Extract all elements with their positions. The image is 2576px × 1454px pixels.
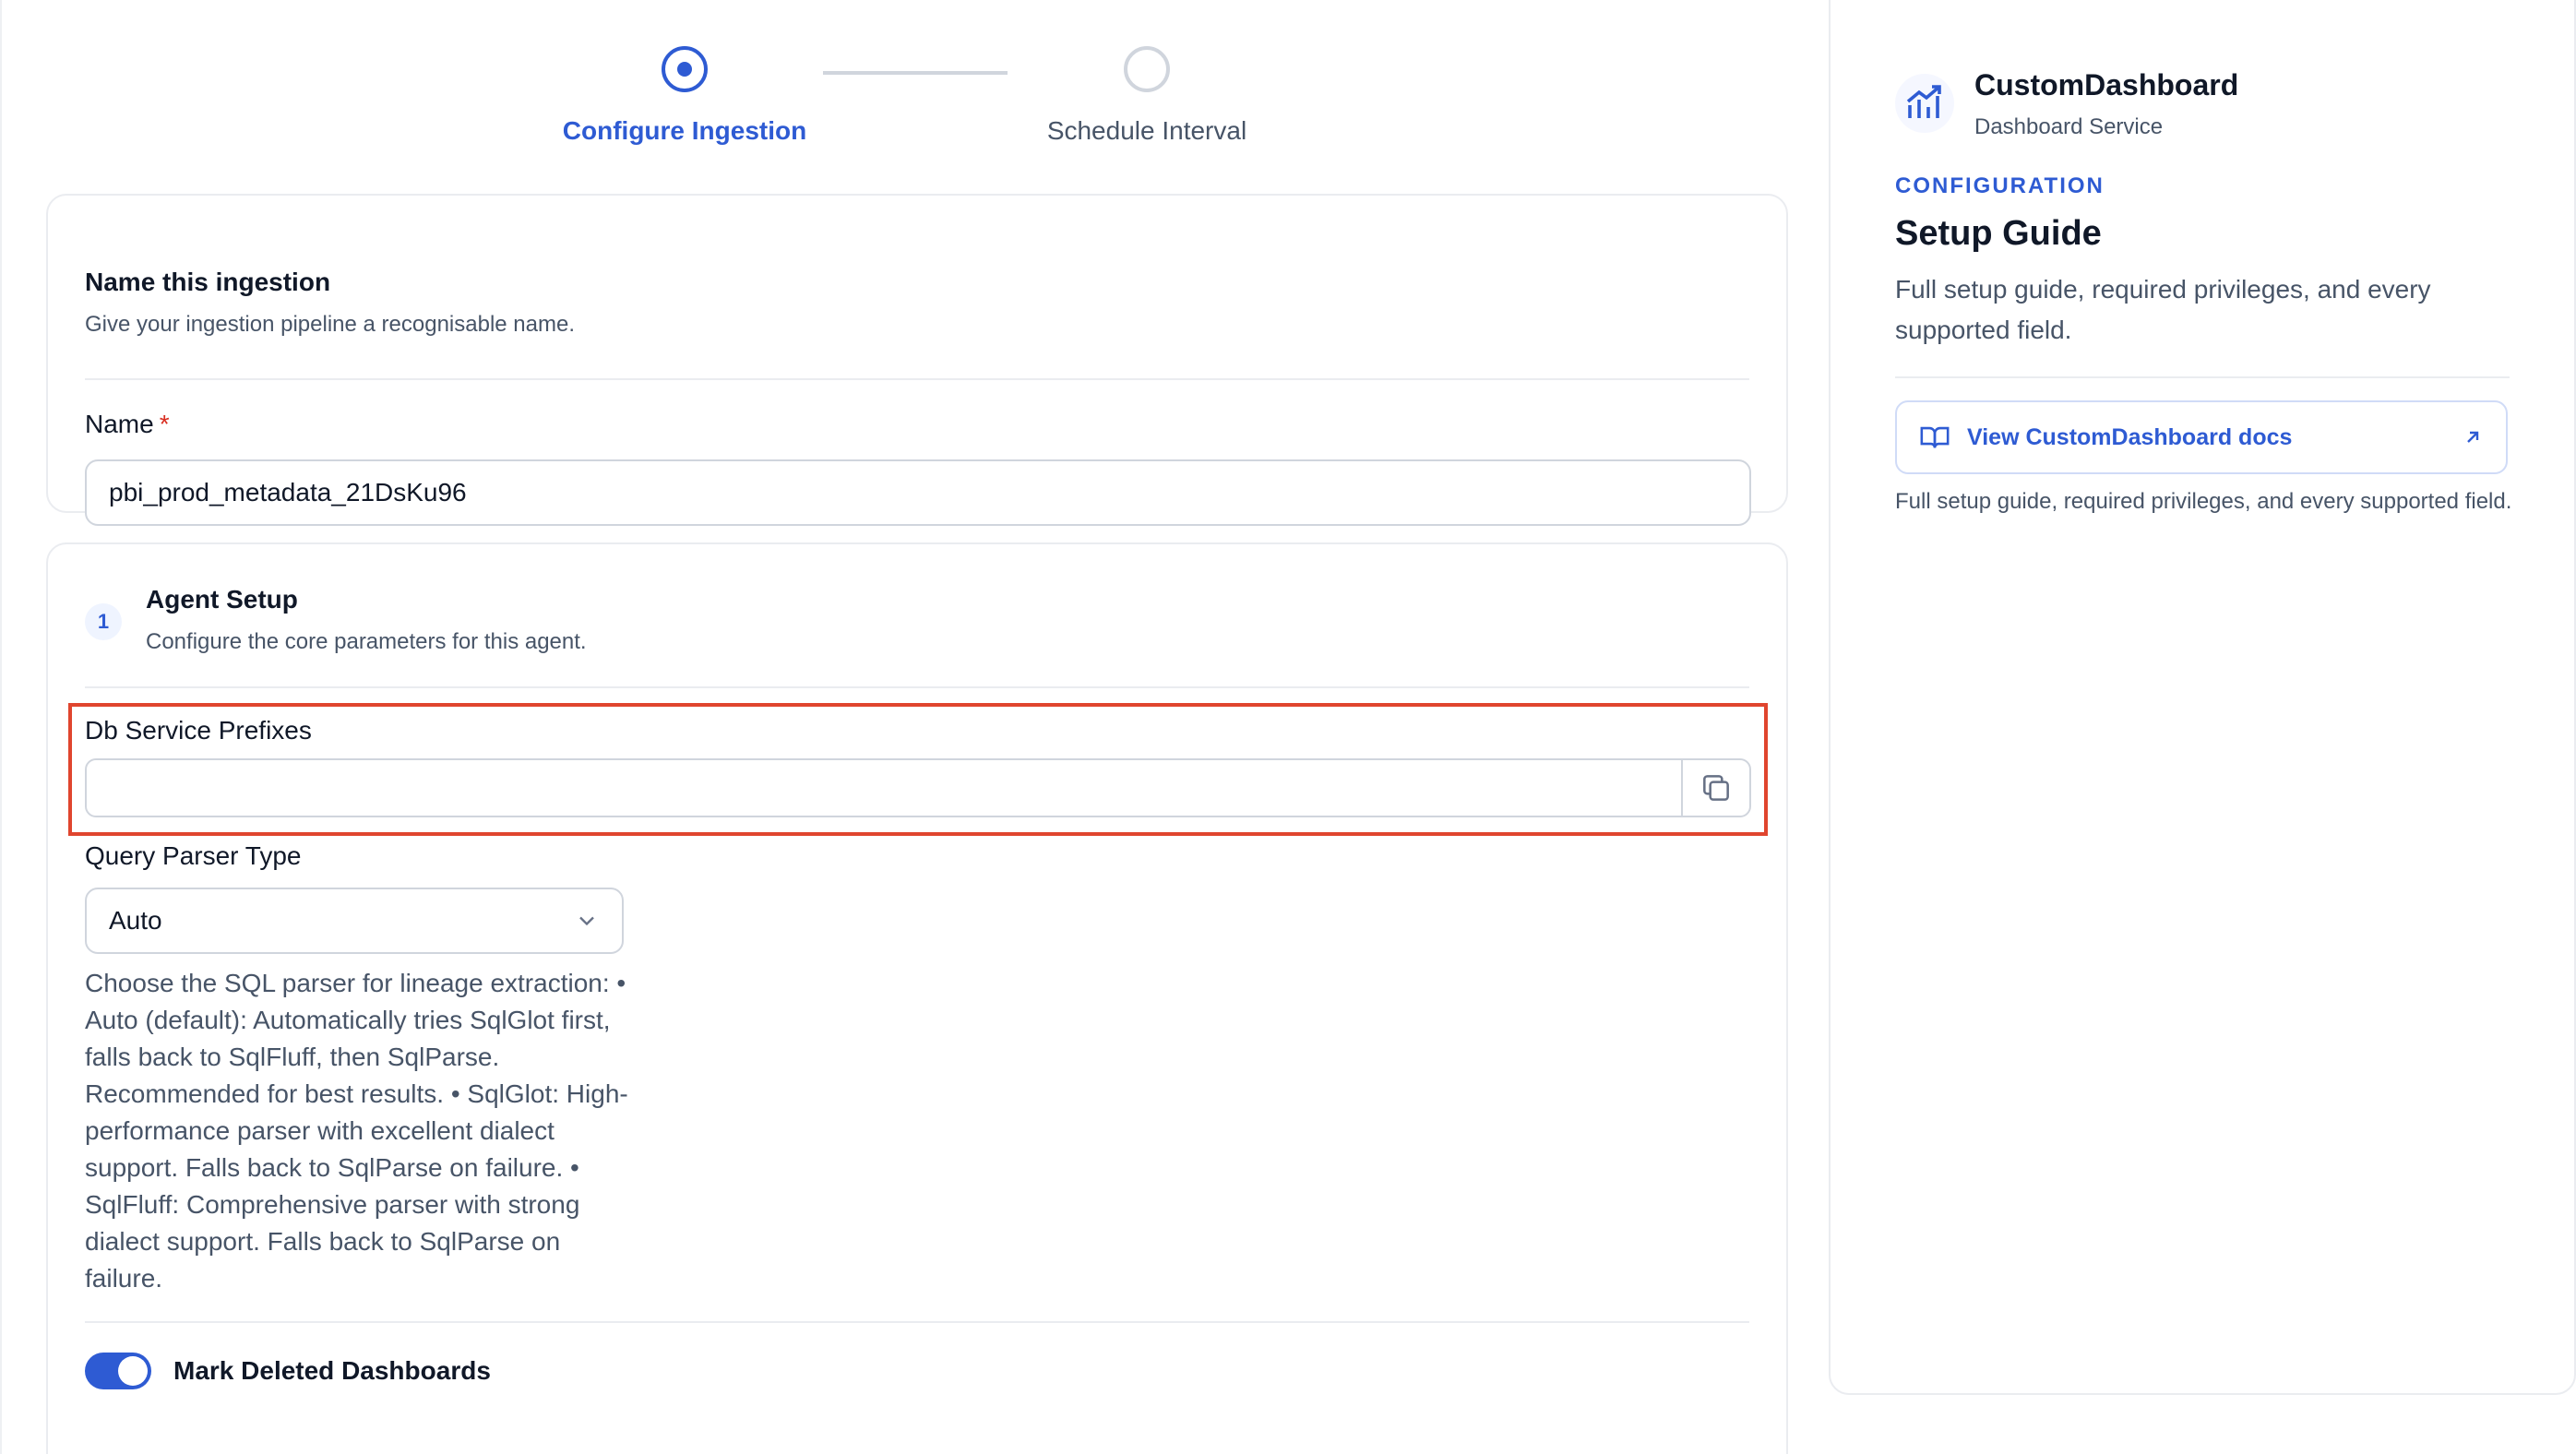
book-open-icon (1920, 426, 1950, 448)
card-title: Name this ingestion (85, 268, 331, 296)
main-area: Configure Ingestion Schedule Interval Na… (0, 0, 1822, 1454)
copy-icon (1703, 775, 1729, 801)
name-label-text: Name (85, 410, 154, 438)
query-parser-select[interactable]: Auto (85, 888, 624, 954)
stepper: Configure Ingestion Schedule Interval (2, 46, 1824, 157)
select-value: Auto (109, 906, 162, 935)
step-number-badge: 1 (85, 603, 122, 640)
mark-deleted-label: Mark Deleted Dashboards (173, 1356, 491, 1385)
chevron-down-icon (579, 916, 594, 926)
step-active-indicator (662, 46, 708, 92)
divider (85, 378, 1749, 380)
panel-note: Full setup guide, required privileges, a… (1895, 489, 2512, 514)
stepper-connector (823, 71, 1008, 75)
name-input[interactable] (85, 459, 1751, 526)
name-ingestion-card: Name this ingestion Give your ingestion … (46, 194, 1788, 526)
service-name: CustomDashboard (1974, 68, 2239, 101)
card-subtitle: Give your ingestion pipeline a recognisa… (85, 312, 575, 337)
divider (85, 1321, 1749, 1323)
step-configure-ingestion[interactable]: Configure Ingestion (537, 46, 832, 146)
service-logo (1895, 74, 1954, 133)
copy-button[interactable] (1681, 760, 1749, 816)
step-schedule-interval[interactable]: Schedule Interval (999, 46, 1294, 146)
card-subtitle: Configure the core parameters for this a… (146, 629, 587, 654)
step-pending-indicator (1124, 46, 1170, 92)
query-parser-help: Choose the SQL parser for lineage extrac… (85, 969, 628, 1293)
card-title: Agent Setup (146, 585, 298, 614)
docs-link-label: View CustomDashboard docs (1967, 423, 2293, 450)
mark-deleted-toggle[interactable] (85, 1353, 151, 1389)
setup-guide-panel: CustomDashboard Dashboard Service CONFIG… (1829, 0, 2576, 1395)
view-docs-link[interactable]: View CustomDashboard docs (1895, 400, 2508, 474)
db-service-prefixes-field (85, 758, 1751, 817)
panel-overline: CONFIGURATION (1895, 173, 2105, 198)
db-service-prefixes-input[interactable] (87, 760, 1681, 816)
arrow-up-right-icon (2467, 431, 2479, 443)
divider (85, 686, 1749, 688)
db-service-prefixes-label: Db Service Prefixes (85, 716, 312, 745)
service-type: Dashboard Service (1974, 114, 2164, 139)
panel-description: Full setup guide, required privileges, a… (1895, 275, 2431, 344)
divider (1895, 376, 2510, 378)
name-field-label: Name * (85, 410, 170, 439)
step-label: Schedule Interval (1046, 116, 1247, 145)
chart-growth-icon (1906, 85, 1941, 118)
agent-setup-card: 1 Agent Setup Configure the core paramet… (46, 542, 1788, 1454)
required-mark: * (159, 410, 170, 438)
step-label: Configure Ingestion (562, 116, 807, 145)
panel-heading: Setup Guide (1895, 214, 2102, 253)
query-parser-label: Query Parser Type (85, 841, 302, 870)
